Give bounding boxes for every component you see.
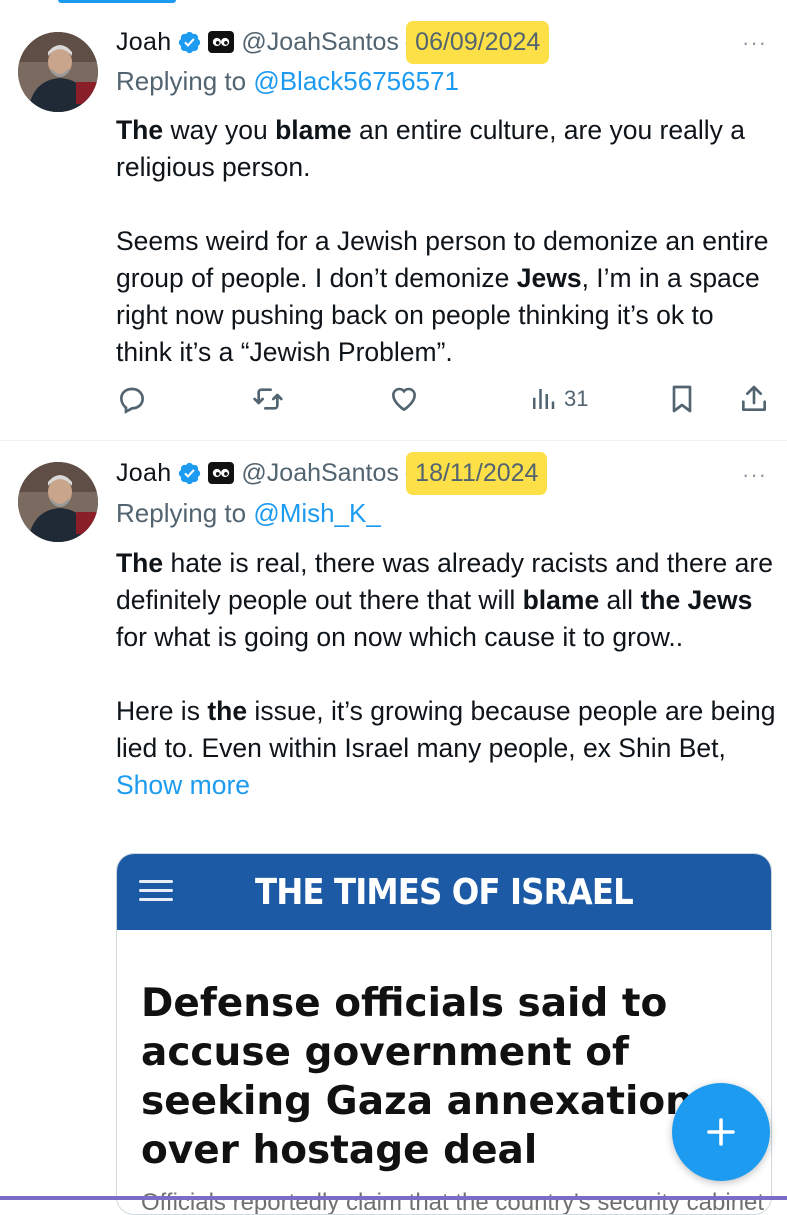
menu-icon [139,874,173,908]
tweet-date[interactable]: 06/09/2024 [409,23,547,61]
active-tab-indicator [58,0,176,3]
affiliate-badge-icon[interactable] [208,31,235,53]
views-icon [533,389,555,409]
share-button[interactable] [738,382,770,416]
card-header: THE TIMES OF ISRAEL [117,854,771,930]
replying-to-handle[interactable]: @Black56756571 [253,66,459,96]
verified-icon [177,461,202,486]
author-handle[interactable]: @JoahSantos [241,459,398,488]
bookmark-icon [672,385,692,413]
card-headline: Defense officials said to accuse governm… [141,981,693,1173]
author-handle[interactable]: @JoahSantos [241,28,398,57]
compose-icon [707,1118,735,1146]
replying-to-prefix: Replying to [116,66,254,96]
author-name[interactable]: Joah [116,28,171,57]
replying-to: Replying to @Black56756571 [116,66,459,97]
views-button[interactable]: 31 [528,382,588,416]
retweet-icon [253,388,283,410]
share-icon [742,385,766,411]
like-button[interactable] [388,382,420,416]
reply-button[interactable] [116,382,148,416]
card-brand: THE TIMES OF ISRAEL [255,871,634,913]
tweet-header: Joah @JoahSantos · 06/09/2024 [116,23,547,61]
more-options-icon[interactable]: ··· [742,30,767,56]
compose-button[interactable] [672,1083,770,1181]
card-subtext: Officials reportedly claim that the coun… [141,1189,765,1215]
tweet-actions: 31 [116,382,776,416]
link-preview-card[interactable]: THE TIMES OF ISRAEL Defense officials sa… [116,853,772,1215]
more-options-icon[interactable]: ··· [742,462,767,488]
views-count: 31 [564,386,589,411]
tweet-header: Joah @JoahSantos · 18/11/2024 [116,454,545,492]
replying-to-handle[interactable]: @Mish_K_ [253,498,381,528]
reply-icon [119,387,145,414]
avatar[interactable] [18,32,98,112]
bookmark-button[interactable] [666,382,698,416]
tweet-text: The way you blame an entire culture, are… [116,115,769,367]
replying-to-prefix: Replying to [116,498,254,528]
tweet-divider [0,440,787,441]
tweet-text: The hate is real, there was already raci… [116,548,776,800]
bottom-edge [0,1196,787,1200]
replying-to: Replying to @Mish_K_ [116,498,381,529]
retweet-button[interactable] [252,382,284,416]
avatar[interactable] [18,462,98,542]
tweet-date[interactable]: 18/11/2024 [409,454,545,492]
verified-icon [177,30,202,55]
like-icon [391,387,417,412]
author-name[interactable]: Joah [116,459,171,488]
show-more-link[interactable]: Show more [116,770,250,800]
affiliate-badge-icon[interactable] [208,462,235,484]
